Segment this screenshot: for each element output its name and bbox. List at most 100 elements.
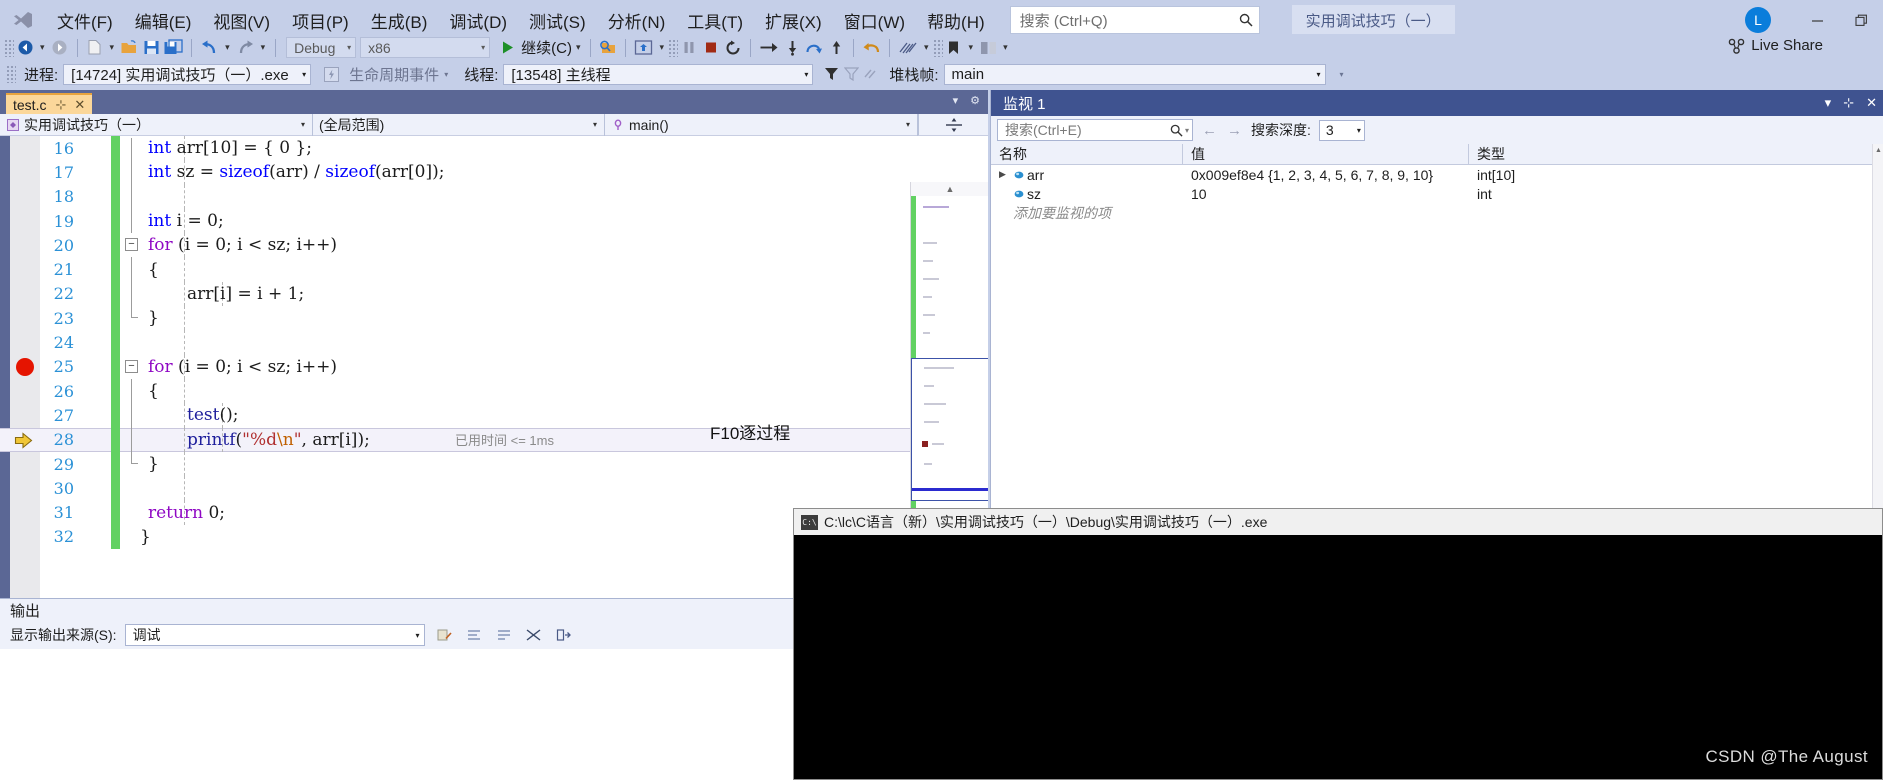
arrow-right-icon[interactable]: →	[1226, 122, 1243, 139]
snapshot-icon[interactable]	[632, 36, 655, 60]
code-row[interactable]: 26 {	[0, 378, 988, 404]
chevron-down-icon[interactable]: ▾	[1825, 95, 1832, 111]
global-search-input[interactable]: 搜索 (Ctrl+Q)	[1009, 6, 1260, 34]
code-row[interactable]: 20 − for (i = 0; i < sz; i++)	[0, 233, 988, 258]
collapse-region-icon[interactable]: −	[125, 238, 138, 252]
nav-project-select[interactable]: 实用调试技巧（一） ▾	[0, 113, 313, 136]
minimap-viewport-thumb[interactable]	[911, 358, 988, 501]
column-header-name[interactable]: 名称	[991, 144, 1183, 164]
redo-dropdown-icon[interactable]: ▾	[257, 42, 270, 53]
code-row-breakpoint[interactable]: 25 − for (i = 0; i < sz; i++)	[0, 354, 988, 379]
pin-icon[interactable]: ⊹	[55, 97, 66, 113]
new-file-dropdown-icon[interactable]: ▾	[106, 42, 119, 53]
navigate-forward-icon[interactable]	[49, 36, 71, 60]
code-row[interactable]: 27 test();	[0, 403, 988, 428]
go-to-icon[interactable]	[553, 624, 575, 646]
step-out-icon[interactable]	[825, 36, 847, 60]
code-row-current[interactable]: 28 printf("%d\n", arr[i]); 已用时间 <= 1ms	[0, 427, 988, 452]
process-select[interactable]: [14724] 实用调试技巧（一）.exe ▾	[63, 63, 312, 85]
table-row[interactable]: ▶ arr 0x009ef8e4 {1, 2, 3, 4, 5, 6, 7, 8…	[991, 165, 1883, 184]
nav-member-select[interactable]: main() ▾	[605, 113, 918, 136]
watch-row-value[interactable]: 10	[1183, 186, 1469, 202]
code-row[interactable]: 17 int sz = sizeof(arr) / sizeof(arr[0])…	[0, 160, 988, 185]
code-row[interactable]: 23 }	[0, 306, 988, 331]
save-all-icon[interactable]	[162, 36, 185, 60]
find-icon[interactable]	[493, 624, 515, 646]
search-depth-select[interactable]: 3 ▾	[1318, 119, 1365, 141]
output-text-area[interactable]	[0, 649, 793, 780]
compare-dropdown-icon[interactable]: ▾	[999, 42, 1012, 53]
gear-icon[interactable]: ⚙	[970, 94, 980, 107]
current-statement-arrow-icon[interactable]	[14, 431, 33, 452]
auto-scroll-icon[interactable]	[523, 624, 545, 646]
clear-output-icon[interactable]	[433, 624, 455, 646]
open-file-icon[interactable]	[118, 36, 140, 60]
bookmark-icon[interactable]	[943, 36, 965, 60]
continue-dropdown-icon[interactable]: ▾	[572, 42, 585, 53]
code-row[interactable]: 22 arr[i] = i + 1;	[0, 281, 988, 307]
hot-reload-icon[interactable]	[597, 36, 619, 60]
new-file-icon[interactable]	[84, 36, 106, 60]
solution-platform-select[interactable]: x86 ▾	[360, 37, 491, 58]
bookmark-dropdown-icon[interactable]: ▾	[965, 42, 978, 53]
fold-column[interactable]: −	[124, 355, 140, 379]
show-next-statement-icon[interactable]	[757, 36, 781, 60]
step-back-icon[interactable]	[860, 36, 883, 60]
compare-icon[interactable]	[977, 36, 999, 60]
flag-icon[interactable]	[861, 64, 881, 84]
tab-test-c[interactable]: test.c ⊹ ✕	[6, 93, 93, 114]
debug-location-grip[interactable]	[6, 65, 16, 83]
toolbar-grip-3[interactable]	[932, 38, 943, 57]
thread-select[interactable]: [13548] 主线程 ▾	[503, 63, 814, 85]
avatar[interactable]: L	[1745, 7, 1771, 33]
close-icon[interactable]: ✕	[74, 97, 85, 113]
continue-button[interactable]: 继续(C) ▾	[500, 37, 584, 58]
step-into-icon[interactable]	[781, 36, 803, 60]
undo-icon[interactable]	[198, 36, 221, 60]
chevron-down-icon[interactable]: ▾	[1185, 126, 1189, 135]
restart-icon[interactable]	[722, 36, 744, 60]
toolbar-grip[interactable]	[4, 38, 14, 57]
expand-row-icon[interactable]: ▶	[999, 169, 1011, 180]
output-source-select[interactable]: 调试 ▾	[124, 624, 425, 646]
breakpoint-icon[interactable]	[16, 357, 34, 376]
stop-icon[interactable]	[700, 36, 722, 60]
collapse-region-icon[interactable]: −	[125, 359, 138, 373]
column-header-type[interactable]: 类型	[1469, 144, 1883, 164]
word-wrap-icon[interactable]	[463, 624, 485, 646]
tab-list-dropdown-icon[interactable]: ▾	[953, 94, 959, 107]
code-row[interactable]: 24	[0, 330, 988, 355]
watch-scrollbar[interactable]: ▲	[1872, 144, 1883, 508]
navigate-back-dropdown-icon[interactable]: ▾	[36, 42, 49, 53]
toolbar-grip-2[interactable]	[668, 38, 679, 57]
pin-icon[interactable]: ⊹	[1843, 95, 1854, 111]
redo-icon[interactable]	[234, 36, 257, 60]
watch-search-input[interactable]: 搜索(Ctrl+E) ▾	[997, 119, 1193, 141]
snapshot-dropdown-icon[interactable]: ▾	[655, 42, 668, 53]
diagnostics-icon[interactable]	[896, 36, 920, 60]
debug-location-overflow-icon[interactable]: ▾	[1332, 64, 1352, 84]
console-output[interactable]: CSDN @The August	[794, 535, 1882, 779]
watch-row-value[interactable]: 0x009ef8e4 {1, 2, 3, 4, 5, 6, 7, 8, 9, 1…	[1183, 167, 1469, 183]
diagnostics-dropdown-icon[interactable]: ▾	[920, 42, 933, 53]
code-row[interactable]: 16 int arr[10] = { 0 };	[0, 136, 988, 161]
filter-clear-icon[interactable]	[841, 64, 861, 84]
undo-dropdown-icon[interactable]: ▾	[221, 42, 234, 53]
save-icon[interactable]	[140, 36, 162, 60]
lifecycle-dropdown-icon[interactable]: ▾	[444, 70, 448, 79]
live-share-button[interactable]: Live Share	[1728, 37, 1823, 54]
filter-icon[interactable]	[821, 64, 841, 84]
code-row[interactable]: 19 int i = 0;	[0, 208, 988, 234]
scroll-up-icon[interactable]: ▲	[1873, 144, 1883, 156]
add-watch-item-input[interactable]: 添加要监视的项	[991, 203, 1883, 222]
scroll-up-icon[interactable]: ▲	[911, 182, 988, 196]
fold-column[interactable]: −	[124, 233, 140, 257]
nav-scope-select[interactable]: (全局范围) ▾	[313, 113, 605, 136]
navigate-back-icon[interactable]	[14, 36, 36, 60]
split-view-icon[interactable]	[918, 114, 988, 136]
table-row[interactable]: sz 10 int	[991, 184, 1883, 203]
arrow-left-icon[interactable]: ←	[1201, 122, 1218, 139]
solution-configuration-select[interactable]: Debug ▾	[286, 37, 357, 58]
console-window[interactable]: C:\ C:\lc\C语言（新）\实用调试技巧（一）\Debug\实用调试技巧（…	[793, 508, 1883, 780]
code-row[interactable]: 21 {	[0, 257, 988, 282]
